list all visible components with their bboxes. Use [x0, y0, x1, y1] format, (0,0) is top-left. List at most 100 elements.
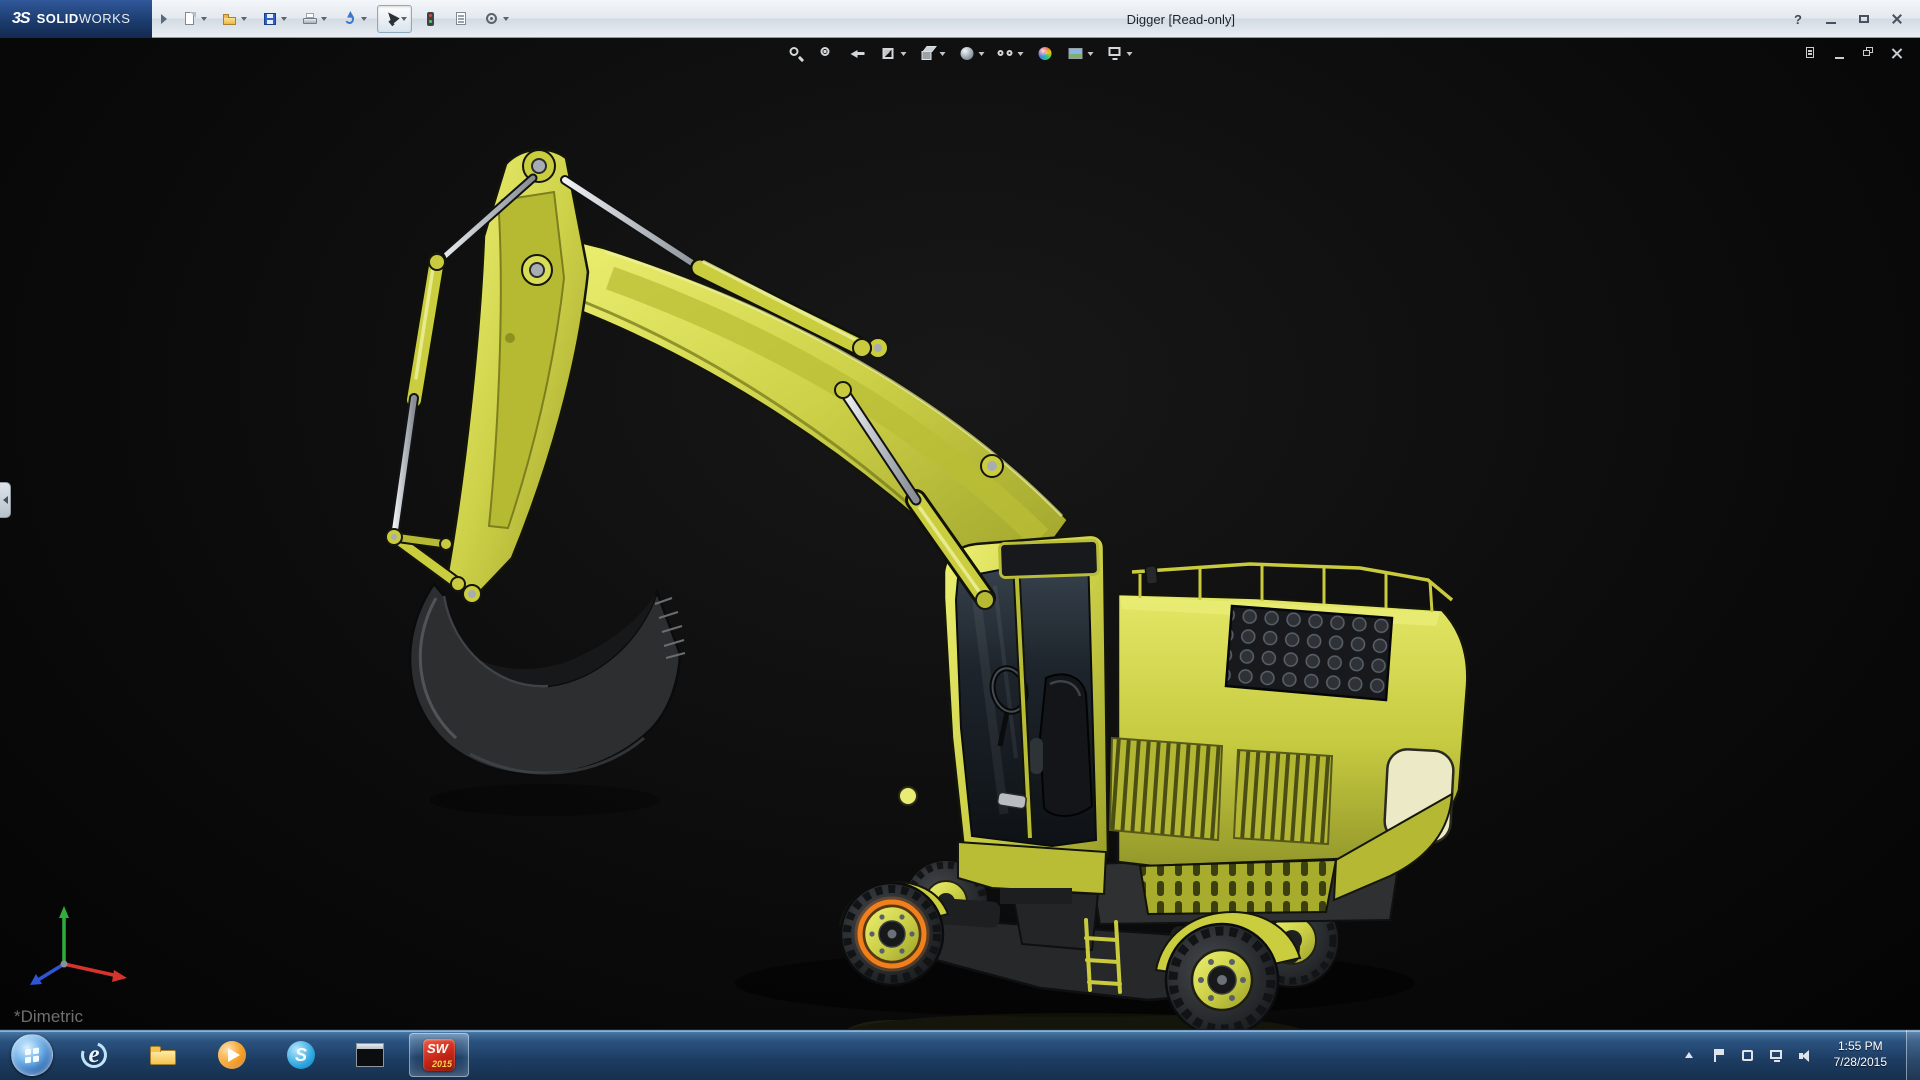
- help-button[interactable]: ?: [1789, 10, 1807, 28]
- select-button[interactable]: [377, 4, 412, 33]
- dropdown-arrow-icon[interactable]: [978, 52, 985, 56]
- solidworks-application-window: 3S SOLIDWORKS Digger [Read-only] ? *Dime…: [0, 0, 1920, 1080]
- model-canvas[interactable]: [0, 38, 1920, 1029]
- minimize-button[interactable]: [1822, 10, 1840, 28]
- tray-icon: [1797, 1047, 1814, 1064]
- section-view-button[interactable]: [878, 43, 910, 65]
- media-player-button[interactable]: [202, 1033, 262, 1077]
- show-desktop-button[interactable]: [1906, 1029, 1920, 1080]
- zoom-to-area-button[interactable]: [816, 43, 840, 65]
- skype-button[interactable]: S: [271, 1033, 331, 1077]
- edit-appearance-button[interactable]: [1034, 43, 1058, 65]
- tray-icons: [1681, 1046, 1815, 1064]
- save-button[interactable]: [257, 5, 292, 33]
- tray-app-button[interactable]: [1739, 1046, 1757, 1064]
- work-light: [898, 786, 918, 806]
- taskbar-clock[interactable]: 1:55 PM 7/28/2015: [1826, 1039, 1895, 1070]
- hide-show-items-button[interactable]: [995, 43, 1027, 65]
- dropdown-arrow-icon[interactable]: [321, 16, 327, 21]
- doc-control-icon: [1832, 46, 1847, 61]
- dropdown-arrow-icon[interactable]: [201, 16, 207, 21]
- featuremanager-collapse-tab[interactable]: [0, 482, 11, 518]
- tray-icon: [1710, 1047, 1727, 1064]
- doc-control-icon: [1803, 46, 1818, 61]
- doc-restore-button[interactable]: [1859, 44, 1877, 62]
- undo-button[interactable]: [337, 5, 372, 33]
- hud-icon: [788, 45, 806, 63]
- window-title: Digger [Read-only]: [1126, 11, 1235, 27]
- rebuild-button[interactable]: [417, 5, 443, 33]
- doc-close-button[interactable]: [1888, 44, 1906, 62]
- roof-hatch: [998, 538, 1100, 580]
- dropdown-arrow-icon[interactable]: [361, 16, 367, 21]
- close-button[interactable]: [1888, 10, 1906, 28]
- solidworks-2015-button[interactable]: SW 2015: [409, 1033, 469, 1077]
- zoom-to-fit-button[interactable]: [785, 43, 809, 65]
- view-settings-button[interactable]: [1104, 43, 1136, 65]
- clock-date: 7/28/2015: [1833, 1055, 1887, 1069]
- hud-icon: [819, 45, 837, 63]
- hud-icon: [1107, 45, 1125, 63]
- graphics-viewport[interactable]: *Dimetric: [0, 38, 1920, 1029]
- engine-housing[interactable]: [1108, 562, 1469, 916]
- window-control-glyph: [1822, 10, 1840, 28]
- options-button[interactable]: [479, 5, 514, 33]
- toolbar-icon: [453, 11, 469, 27]
- internet-explorer-button[interactable]: e: [64, 1033, 124, 1077]
- title-bar: 3S SOLIDWORKS Digger [Read-only] ?: [0, 0, 1920, 38]
- main-toolbar: [177, 4, 514, 33]
- dropdown-arrow-icon[interactable]: [1126, 52, 1133, 56]
- exhaust-pipe: [1144, 564, 1159, 585]
- start-button[interactable]: [4, 1030, 60, 1080]
- hud-icon: [1037, 45, 1055, 63]
- maximize-button[interactable]: [1855, 10, 1873, 28]
- taskbar-items: e S SW 2015: [64, 1033, 469, 1077]
- doc-minimize-button[interactable]: [1830, 44, 1848, 62]
- dropdown-arrow-icon[interactable]: [241, 16, 247, 21]
- toolbar-icon: [484, 11, 500, 27]
- previous-view-button[interactable]: [847, 43, 871, 65]
- taskbar-item-icon: [354, 1039, 386, 1071]
- view-orientation-button[interactable]: [917, 43, 949, 65]
- hud-icon: [997, 45, 1016, 63]
- document-window-controls: [1801, 44, 1906, 62]
- hud-icon: [881, 45, 899, 63]
- tray-icon: [1681, 1047, 1698, 1064]
- collapse-arrow-icon: [2, 496, 8, 504]
- solidworks-logo-text: SOLIDWORKS: [36, 11, 131, 26]
- dropdown-arrow-icon[interactable]: [1087, 52, 1094, 56]
- command-prompt-button[interactable]: [340, 1033, 400, 1077]
- heads-up-view-toolbar: [785, 43, 1136, 65]
- display-style-button[interactable]: [956, 43, 988, 65]
- armrest: [1030, 738, 1043, 774]
- dropdown-arrow-icon[interactable]: [939, 52, 946, 56]
- network-button[interactable]: [1768, 1046, 1786, 1064]
- bucket[interactable]: [408, 581, 686, 776]
- doc-control-icon: [1890, 46, 1905, 61]
- stick-arm[interactable]: [446, 148, 590, 600]
- apply-scene-button[interactable]: [1065, 43, 1097, 65]
- dropdown-arrow-icon[interactable]: [900, 52, 907, 56]
- triad-x-axis: [63, 962, 119, 978]
- excavator-model[interactable]: [385, 148, 1469, 1029]
- windows-explorer-button[interactable]: [133, 1033, 193, 1077]
- cab[interactable]: [898, 533, 1110, 904]
- dropdown-arrow-icon[interactable]: [401, 16, 407, 21]
- solidworks-logo[interactable]: 3S SOLIDWORKS: [0, 0, 152, 38]
- dropdown-arrow-icon[interactable]: [503, 16, 509, 21]
- dropdown-arrow-icon[interactable]: [281, 16, 287, 21]
- open-button[interactable]: [217, 5, 252, 33]
- document-icon[interactable]: [1801, 44, 1819, 62]
- file-properties-button[interactable]: [448, 5, 474, 33]
- wheel-front-right[interactable]: [1164, 922, 1280, 1029]
- triad-z-axis: [37, 962, 65, 982]
- view-orientation-label: *Dimetric: [14, 1007, 83, 1026]
- action-center-flag-button[interactable]: [1710, 1046, 1728, 1064]
- system-tray: 1:55 PM 7/28/2015: [1681, 1029, 1920, 1080]
- volume-button[interactable]: [1797, 1046, 1815, 1064]
- print-button[interactable]: [297, 5, 332, 33]
- show-hidden-icons-button[interactable]: [1681, 1046, 1699, 1064]
- new-document-button[interactable]: [177, 5, 212, 33]
- dropdown-arrow-icon[interactable]: [1017, 52, 1024, 56]
- menu-expand-arrow-icon[interactable]: [161, 13, 167, 24]
